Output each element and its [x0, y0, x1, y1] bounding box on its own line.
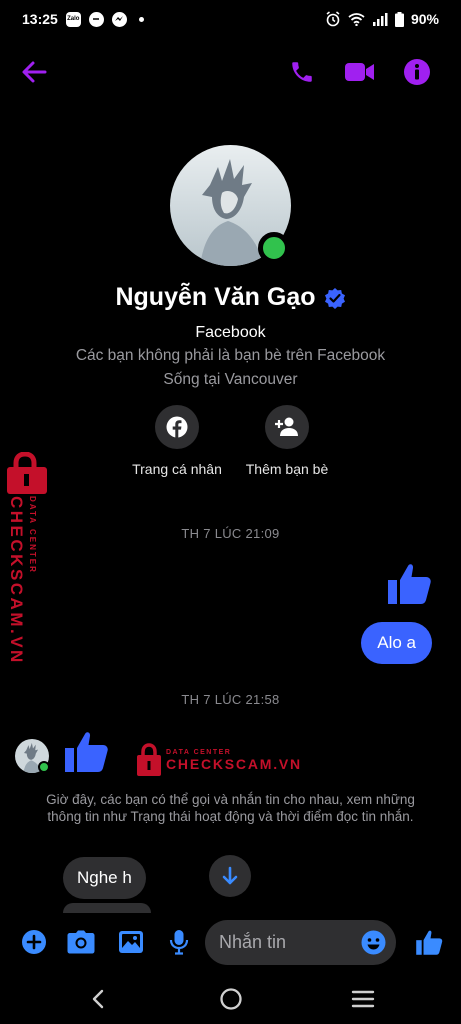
phone-icon [292, 62, 312, 82]
message-input-container[interactable] [205, 920, 396, 965]
nav-back-icon [92, 989, 104, 1009]
facebook-icon-circle [155, 405, 199, 449]
voice-message-button[interactable] [164, 927, 194, 957]
nav-recents-button[interactable] [349, 985, 377, 1013]
nav-back-button[interactable] [84, 985, 112, 1013]
add-friend-button[interactable]: Thêm bạn bè [232, 405, 342, 477]
zalo-icon: Zalo [65, 11, 81, 27]
back-button[interactable] [18, 56, 50, 88]
emoji-icon[interactable] [361, 930, 386, 955]
status-time: 13:25 [22, 11, 58, 27]
friend-status: Các bạn không phải là bạn bè trên Facebo… [75, 347, 386, 364]
info-icon [404, 59, 430, 85]
nav-home-icon [220, 988, 242, 1010]
watermark-lock-icon [137, 743, 161, 776]
facebook-icon [166, 416, 188, 438]
watermark-vertical: CHECKSCAM.VN DATA CENTER [2, 452, 52, 665]
chat-header [0, 50, 461, 94]
view-profile-button[interactable]: Trang cá nhân [122, 405, 232, 477]
online-status-indicator [258, 232, 290, 264]
sender-online-indicator [38, 761, 50, 773]
watermark-lock-icon [7, 452, 47, 494]
add-friend-icon-circle [265, 405, 309, 449]
gallery-button[interactable] [116, 927, 146, 957]
signal-icon [372, 13, 388, 26]
watermark-center: DATA CENTER CHECKSCAM.VN [136, 742, 302, 778]
alarm-icon [326, 11, 340, 27]
watermark-subtitle: DATA CENTER [166, 748, 232, 756]
view-profile-label: Trang cá nhân [132, 461, 222, 477]
image-icon [119, 931, 143, 953]
profile-name: Nguyễn Văn Gạo [115, 283, 316, 311]
plus-icon [22, 930, 46, 954]
verified-badge-icon [324, 287, 345, 309]
like-icon[interactable] [386, 560, 432, 606]
outgoing-message[interactable]: Alo a [361, 622, 432, 664]
microphone-icon [169, 930, 189, 955]
timestamp: TH 7 LÚC 21:58 [181, 692, 280, 707]
send-like-button[interactable] [414, 927, 444, 957]
nav-recents-icon [351, 990, 375, 1008]
add-friend-label: Thêm bạn bè [245, 461, 329, 477]
status-bar: 13:25 Zalo 90% [0, 0, 461, 38]
nav-home-button[interactable] [217, 985, 245, 1013]
incoming-message-partial[interactable] [63, 903, 151, 913]
voice-call-button[interactable] [286, 56, 318, 88]
video-call-button[interactable] [343, 56, 377, 88]
message-composer [0, 918, 461, 968]
add-friend-icon [275, 417, 298, 436]
profile-name-row: Nguyễn Văn Gạo [0, 283, 461, 312]
battery-icon [394, 11, 404, 27]
more-actions-button[interactable] [19, 927, 49, 957]
conversation-info-button[interactable] [401, 56, 433, 88]
message-input[interactable] [219, 932, 349, 953]
lives-in: Sống tại Vancouver [163, 371, 298, 388]
more-notifications-dot [138, 16, 144, 22]
wifi-icon [348, 13, 365, 26]
scroll-to-bottom-button[interactable] [209, 855, 251, 897]
like-icon[interactable] [63, 728, 109, 774]
system-navigation-bar [0, 972, 461, 1024]
incoming-message[interactable]: Nghe h [63, 857, 146, 899]
watermark-brand: CHECKSCAM.VN [166, 755, 302, 772]
camera-icon [67, 930, 95, 954]
back-arrow-icon [22, 61, 47, 83]
battery-level: 90% [410, 11, 439, 27]
arrow-down-icon [222, 866, 238, 885]
messenger-icon [111, 11, 127, 27]
chat-bubble-icon [88, 11, 104, 27]
camera-button[interactable] [66, 927, 96, 957]
video-camera-icon [345, 63, 374, 81]
timestamp: TH 7 LÚC 21:09 [181, 526, 280, 541]
system-notice: Giờ đây, các bạn có thể gọi và nhắn tin … [46, 792, 415, 824]
profile-platform: Facebook [195, 324, 266, 341]
like-icon [416, 930, 443, 955]
watermark-brand-vertical: CHECKSCAM.VN [7, 496, 26, 665]
